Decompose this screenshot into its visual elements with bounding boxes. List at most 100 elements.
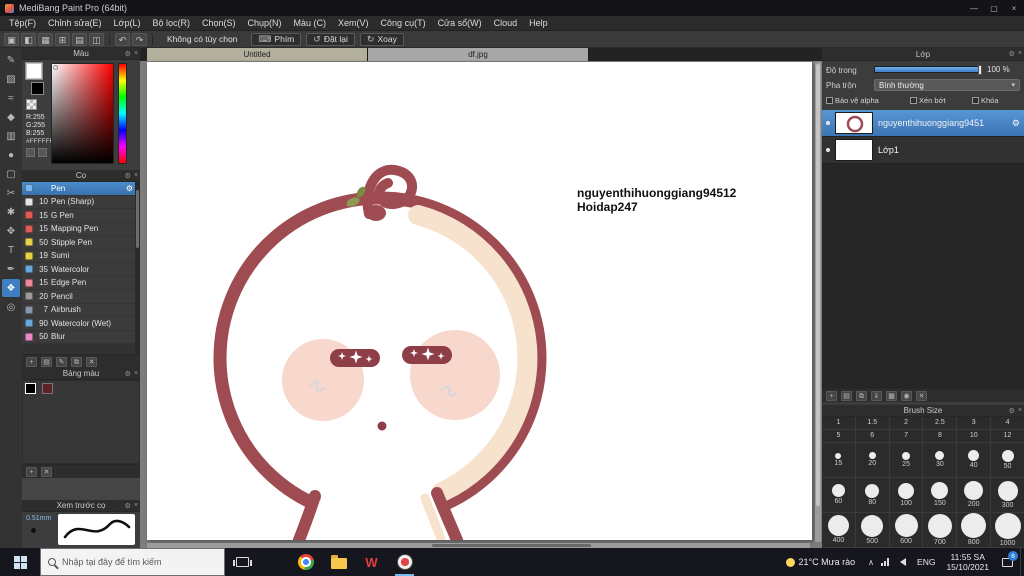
text-tool[interactable]: T <box>2 241 20 259</box>
duplicate-brush-icon[interactable]: ⧉ <box>71 356 82 367</box>
menu-cloud[interactable]: Cloud <box>488 18 524 28</box>
menu-file[interactable]: Tệp(F) <box>3 18 42 28</box>
clipping-option[interactable]: Xén bớt <box>910 96 946 105</box>
weather-widget[interactable]: 21°C Mưa rào <box>778 557 864 567</box>
palette-swatch[interactable] <box>25 383 36 394</box>
canvas-v-scrollbar[interactable] <box>815 62 821 542</box>
brush-item[interactable]: 50 Blur <box>22 330 135 344</box>
chrome-app-button[interactable] <box>289 548 322 576</box>
brush-item[interactable]: Pen ⚙ <box>22 182 135 196</box>
saturation-value-picker[interactable] <box>51 63 114 164</box>
panel-close-icon[interactable]: × <box>1018 50 1022 57</box>
brush-size-option[interactable]: 3 <box>957 417 992 430</box>
brush-size-option[interactable]: 50 <box>991 443 1024 478</box>
brush-item[interactable]: 15 G Pen <box>22 209 135 223</box>
panel-close-icon[interactable]: × <box>134 50 138 57</box>
foreground-color-swatch[interactable] <box>25 62 43 80</box>
show-desktop-button[interactable] <box>1020 548 1024 576</box>
panel-gear-icon[interactable]: ⚙ <box>1009 50 1015 58</box>
menu-view[interactable]: Xem(V) <box>332 18 375 28</box>
add-brush-icon[interactable]: + <box>26 356 37 367</box>
hidden-icons-chevron[interactable]: ∧ <box>868 558 874 567</box>
brush-item[interactable]: 90 Watercolor (Wet) <box>22 317 135 331</box>
panel-close-icon[interactable]: × <box>134 502 138 509</box>
clear-layer-icon[interactable]: ▦ <box>886 390 897 401</box>
menu-edit[interactable]: Chỉnh sửa(E) <box>42 18 108 28</box>
eraser-tool[interactable]: ▨ <box>2 70 20 88</box>
protect-alpha-option[interactable]: Bảo vệ alpha <box>826 96 879 105</box>
brush-size-option[interactable]: 60 <box>822 478 856 513</box>
opacity-slider-knob[interactable] <box>978 65 982 75</box>
brush-size-option[interactable]: 700 <box>923 513 958 548</box>
brush-size-option[interactable]: 8 <box>923 430 958 443</box>
delete-brush-icon[interactable]: ✕ <box>86 356 97 367</box>
panel-close-icon[interactable]: × <box>1018 407 1022 414</box>
panel-gear-icon[interactable]: ⚙ <box>125 370 131 378</box>
close-button[interactable]: × <box>1004 0 1024 16</box>
menu-window[interactable]: Cửa sổ(W) <box>432 18 488 28</box>
panel-close-icon[interactable]: × <box>134 370 138 377</box>
lasso-tool[interactable]: ✂ <box>2 184 20 202</box>
brush-size-option[interactable]: 5 <box>822 430 856 443</box>
brush-size-option[interactable]: 10 <box>957 430 992 443</box>
menu-select[interactable]: Chọn(S) <box>196 18 242 28</box>
panel-gear-icon[interactable]: ⚙ <box>125 172 131 180</box>
menu-color[interactable]: Màu (C) <box>288 18 333 28</box>
menu-filter[interactable]: Bộ lọc(R) <box>146 18 196 28</box>
redo-icon[interactable]: ↷ <box>132 32 147 46</box>
maximize-button[interactable]: ▢ <box>984 0 1004 16</box>
menu-layer[interactable]: Lớp(L) <box>108 18 147 28</box>
brush-item[interactable]: 15 Edge Pen <box>22 276 135 290</box>
layer-settings-icon[interactable]: ⚙ <box>1012 118 1020 129</box>
speech-bubble-icon[interactable]: ◧ <box>21 32 36 46</box>
add-layer-icon[interactable]: + <box>826 390 837 401</box>
brush-size-option[interactable]: 2 <box>889 417 924 430</box>
brush-item[interactable]: 35 Watercolor <box>22 263 135 277</box>
brush-size-option[interactable]: 150 <box>923 478 958 513</box>
brush-size-option[interactable]: 1.5 <box>855 417 890 430</box>
palette-swatch[interactable] <box>42 383 54 394</box>
undo-icon[interactable]: ↶ <box>115 32 130 46</box>
bucket-tool[interactable]: ● <box>2 146 20 164</box>
notification-center-button[interactable]: 6 <box>994 548 1020 576</box>
layer-visibility-icon[interactable] <box>826 121 830 125</box>
brush-size-option[interactable]: 40 <box>957 443 992 478</box>
brush-item[interactable]: 20 Pencil <box>22 290 135 304</box>
duplicate-layer-icon[interactable]: ⧉ <box>856 390 867 401</box>
hue-slider[interactable] <box>118 63 127 164</box>
brush-size-option[interactable]: 400 <box>822 513 856 548</box>
taskbar-search[interactable] <box>40 548 225 576</box>
layer-visibility-icon[interactable] <box>826 148 830 152</box>
brush-size-option[interactable]: 6 <box>855 430 890 443</box>
delete-layer-icon[interactable]: ✕ <box>916 390 927 401</box>
mirror-icon[interactable]: ◫ <box>89 32 104 46</box>
brush-size-option[interactable]: 1 <box>822 417 856 430</box>
lock-checkbox[interactable] <box>972 97 979 104</box>
brush-item[interactable]: 50 Stipple Pen <box>22 236 135 250</box>
brush-size-option[interactable]: 600 <box>889 513 924 548</box>
network-icon[interactable] <box>881 558 890 566</box>
reset-button[interactable]: ↺ Đặt lại <box>306 32 355 46</box>
edit-brush-icon[interactable]: ✎ <box>56 356 67 367</box>
rotate-button[interactable]: ↻ Xoay <box>359 32 404 46</box>
palette-swatch-area[interactable] <box>22 380 140 464</box>
brush-size-option[interactable]: 80 <box>855 478 890 513</box>
zoom-tool[interactable]: ◎ <box>2 298 20 316</box>
smudge-tool[interactable]: ≈ <box>2 89 20 107</box>
pen-tool[interactable]: ✎ <box>2 51 20 69</box>
panel-gear-icon[interactable]: ⚙ <box>125 502 131 510</box>
color-wheel-toggle-icon[interactable] <box>26 148 35 157</box>
layer-row[interactable]: nguyenthihuonggiang9451 ⚙ <box>822 110 1024 137</box>
wps-app-button[interactable]: W <box>355 548 388 576</box>
add-swatch-icon[interactable]: + <box>26 466 37 477</box>
clock[interactable]: 11:55 SA 15/10/2021 <box>941 552 994 572</box>
brush-size-option[interactable]: 800 <box>957 513 992 548</box>
brush-size-option[interactable]: 100 <box>889 478 924 513</box>
protect-alpha-checkbox[interactable] <box>826 97 833 104</box>
volume-icon[interactable] <box>896 558 907 566</box>
blend-mode-select[interactable]: Bình thường ▾ <box>874 79 1020 91</box>
layer-row[interactable]: Lớp1 <box>822 137 1024 164</box>
brush-size-option[interactable]: 500 <box>855 513 890 548</box>
minimize-button[interactable]: — <box>964 0 984 16</box>
move-tool[interactable]: ✥ <box>2 222 20 240</box>
